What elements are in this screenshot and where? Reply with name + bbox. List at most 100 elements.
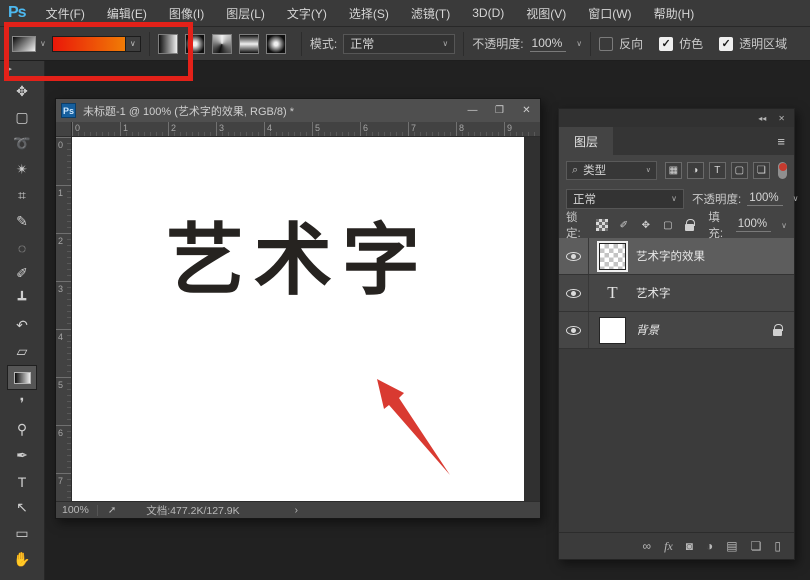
move-tool[interactable]: ✥ — [7, 79, 37, 104]
layer-thumbnail[interactable] — [599, 317, 626, 344]
eraser-tool[interactable]: ▱ — [7, 339, 37, 364]
mode-dropdown[interactable]: 正常 ∨ — [343, 34, 455, 54]
menu-item-9[interactable]: 窗口(W) — [577, 0, 642, 27]
fill-value[interactable]: 100% — [736, 218, 771, 232]
gradient-type-reflected-button[interactable] — [239, 34, 259, 54]
pen-tool[interactable]: ✒ — [7, 443, 37, 468]
hand-tool[interactable]: ✋ — [7, 547, 37, 572]
link-layers-button[interactable]: ∞ — [643, 539, 652, 553]
panel-collapse-icon[interactable]: ◂◂ — [758, 114, 766, 123]
menu-item-2[interactable]: 图像(I) — [158, 0, 215, 27]
gradient-preset-thumbnail[interactable] — [12, 36, 36, 52]
eyedropper-tool[interactable]: ✎ — [7, 209, 37, 234]
gradient-picker-chevron[interactable]: ∨ — [126, 36, 141, 52]
menu-item-10[interactable]: 帮助(H) — [643, 0, 706, 27]
opacity-value[interactable]: 100% — [530, 36, 567, 52]
type-layer-filter-icon[interactable]: T — [709, 162, 726, 179]
toolbar-collapse-icon[interactable]: ▸▸ — [0, 61, 12, 79]
menu-item-5[interactable]: 选择(S) — [338, 0, 400, 27]
filter-type-dropdown[interactable]: ⌕ 类型 ∨ — [566, 161, 657, 180]
dither-checkbox[interactable]: ✓ — [659, 37, 673, 51]
crop-tool[interactable]: ⌗ — [7, 183, 37, 208]
clone-stamp-icon: ┻ — [18, 291, 26, 308]
export-icon[interactable]: ➚ — [97, 505, 146, 516]
layer-row-2[interactable]: 背景 — [559, 312, 794, 349]
layer-filter-row: ⌕ 类型 ∨ ▦ ◑ T ▢ ❏ — [559, 155, 794, 185]
canvas[interactable]: 艺术字 — [72, 137, 524, 503]
marquee-tool[interactable]: ▢ — [7, 105, 37, 130]
blur-tool[interactable]: ❜ — [7, 391, 37, 416]
path-select-tool[interactable]: ↖ — [7, 495, 37, 520]
layer-mask-button[interactable]: ◙ — [686, 539, 693, 553]
close-button[interactable]: ✕ — [513, 99, 540, 122]
menu-item-7[interactable]: 3D(D) — [461, 0, 515, 27]
gradient-type-diamond-button[interactable] — [266, 34, 286, 54]
shape-tool[interactable]: ▭ — [7, 521, 37, 546]
visibility-toggle[interactable] — [559, 275, 589, 311]
chevron-down-icon[interactable]: ∨ — [40, 39, 46, 48]
dodge-tool[interactable]: ⚲ — [7, 417, 37, 442]
gradient-type-angle-button[interactable] — [212, 34, 232, 54]
reverse-checkbox[interactable] — [599, 37, 613, 51]
menu-item-4[interactable]: 文字(Y) — [276, 0, 338, 27]
v-ruler-tick-3: 3 — [58, 284, 63, 294]
v-ruler-tick-6: 6 — [58, 428, 63, 438]
menu-item-0[interactable]: 文件(F) — [35, 0, 96, 27]
chevron-down-icon[interactable]: ∨ — [576, 39, 582, 48]
lock-all-button[interactable] — [682, 218, 697, 233]
lock-artboard-button[interactable]: ▢ — [660, 218, 675, 233]
zoom-level[interactable]: 100% — [56, 504, 97, 516]
layer-row-0[interactable]: 艺术字的效果 — [559, 238, 794, 275]
menu-item-3[interactable]: 图层(L) — [215, 0, 276, 27]
panel-close-icon[interactable]: ✕ — [778, 114, 785, 123]
adjustment-layer-filter-icon[interactable]: ◑ — [687, 162, 704, 179]
chevron-down-icon[interactable]: ∨ — [793, 194, 799, 203]
lock-position-button[interactable]: ✥ — [638, 218, 653, 233]
delete-layer-button[interactable]: ▯ — [774, 539, 781, 553]
minimize-button[interactable]: — — [459, 99, 486, 122]
tab-layers[interactable]: 图层 — [559, 127, 613, 155]
pixel-layer-filter-icon[interactable]: ▦ — [665, 162, 682, 179]
new-layer-button[interactable]: ❏ — [751, 539, 762, 553]
history-brush-tool[interactable]: ↶ — [7, 313, 37, 338]
maximize-button[interactable]: ❐ — [486, 99, 513, 122]
adjustment-layer-button[interactable]: ◑ — [706, 539, 713, 553]
lock-image-pixels-button[interactable]: ✐ — [616, 218, 631, 233]
brush-tool[interactable]: ✐ — [7, 261, 37, 286]
gradient-tool[interactable] — [7, 365, 37, 390]
layer-group-button[interactable]: ▤ — [726, 539, 737, 553]
layers-panel: ◂◂ ✕ 图层 ≡ ⌕ 类型 ∨ ▦◑T▢❏ 正常 ∨ 不透明度: 100% ∨ — [558, 108, 795, 560]
layer-thumbnail[interactable] — [599, 243, 626, 270]
gradient-type-radial-button[interactable] — [185, 34, 205, 54]
panel-menu-icon[interactable]: ≡ — [777, 134, 785, 149]
layer-row-1[interactable]: T艺术字 — [559, 275, 794, 312]
visibility-toggle[interactable] — [559, 238, 589, 274]
transparency-checkbox[interactable]: ✓ — [719, 37, 733, 51]
smart-object-filter-icon[interactable]: ❏ — [753, 162, 770, 179]
panel-opacity-value[interactable]: 100% — [747, 192, 782, 206]
healing-brush-tool[interactable]: ◌ — [7, 235, 37, 260]
lasso-tool[interactable]: ➰ — [7, 131, 37, 156]
gradient-type-linear-button[interactable] — [158, 34, 178, 54]
gradient-bar[interactable] — [52, 36, 126, 52]
layer-thumbnail[interactable]: T — [599, 280, 626, 307]
document-titlebar[interactable]: Ps 未标题-1 @ 100% (艺术字的效果, RGB/8) * —❐✕ — [56, 99, 540, 122]
visibility-toggle[interactable] — [559, 312, 589, 348]
eye-icon — [566, 326, 581, 335]
clone-stamp-tool[interactable]: ┻ — [7, 287, 37, 312]
chevron-down-icon[interactable]: ∨ — [781, 221, 787, 230]
filter-toggle-switch[interactable] — [778, 162, 787, 179]
status-chevron-icon[interactable]: › — [295, 505, 298, 516]
magic-wand-tool[interactable]: ✴ — [7, 157, 37, 182]
gradient-editor[interactable]: ∨ — [52, 36, 141, 52]
lock-transparent-pixels-button[interactable] — [594, 218, 609, 233]
menu-item-6[interactable]: 滤镜(T) — [400, 0, 461, 27]
blend-mode-dropdown[interactable]: 正常 ∨ — [566, 189, 684, 209]
layer-lock-icon — [773, 325, 782, 336]
shape-layer-filter-icon[interactable]: ▢ — [731, 162, 748, 179]
chevron-down-icon: ∨ — [671, 194, 677, 203]
menu-item-1[interactable]: 编辑(E) — [96, 0, 158, 27]
type-tool[interactable]: T — [7, 469, 37, 494]
menu-item-8[interactable]: 视图(V) — [515, 0, 577, 27]
layer-effects-button[interactable]: fx — [664, 539, 673, 554]
